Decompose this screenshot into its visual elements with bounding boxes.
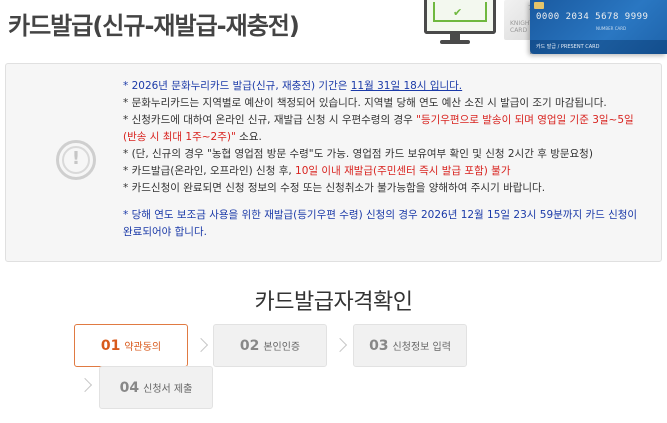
notice-line-deadline: * 당해 연도 보조금 사용을 위한 재발급(등기우편 수령) 신청의 경우 2…: [123, 209, 638, 238]
checkmark-icon: ✔: [453, 6, 463, 19]
alert-circle-icon: !: [56, 140, 96, 180]
notice-line-mail: * 신청카드에 대하여 온라인 신규, 재발급 신청 시 우편수령의 경우 "등…: [123, 114, 634, 143]
notice-box: ! * 2026년 문화누리카드 발급(신규, 재충전) 기간은 11월 31일…: [5, 63, 662, 262]
notice-line-budget: * 문화누리카드는 지역별로 예산이 책정되어 있습니다. 지역별 당해 연도 …: [123, 97, 607, 109]
notice-text: * 2026년 문화누리카드 발급(신규, 재충전) 기간은 11월 31일 1…: [123, 78, 643, 241]
section-title: 카드발급자격확인: [254, 290, 413, 315]
step-terms-agreement[interactable]: 01 약관동의: [74, 324, 188, 367]
chevron-right-icon: [332, 337, 348, 353]
notice-line-reissue: * 카드발급(온라인, 오프라인) 신청 후, 10일 이내 재발급(주민센터 …: [123, 165, 511, 177]
chevron-right-icon: [77, 377, 93, 393]
chevron-right-icon: [193, 337, 209, 353]
step-application-info[interactable]: 03 신청정보 입력: [353, 324, 467, 367]
step-submit-application[interactable]: 04 신청서 제출: [99, 366, 213, 409]
step-identity-verification[interactable]: 02 본인인증: [213, 324, 327, 367]
notice-line-branch: * (단, 신규의 경우 "농협 영업점 방문 수령"도 가능. 영업점 카드 …: [123, 148, 593, 160]
notice-line-period: * 2026년 문화누리카드 발급(신규, 재충전) 기간은 11월 31일 1…: [123, 80, 463, 92]
card-issue-illustration: ✔ 745 KNIGHT CARD 0000 2034 5678 9999 NU…: [418, 0, 667, 56]
page-title: 카드발급(신규-재발급-재충전): [8, 12, 300, 40]
card-chip-icon: [534, 2, 544, 9]
card-number: 0000 2034 5678 9999: [536, 12, 649, 22]
notice-line-cancel: * 카드신청이 완료되면 신청 정보의 수정 또는 신청취소가 불가능함을 양해…: [123, 182, 546, 194]
card-front-image: 0000 2034 5678 9999 NUMBER CARD 카드 발급 / …: [530, 0, 667, 54]
monitor-illustration: ✔: [424, 0, 496, 34]
